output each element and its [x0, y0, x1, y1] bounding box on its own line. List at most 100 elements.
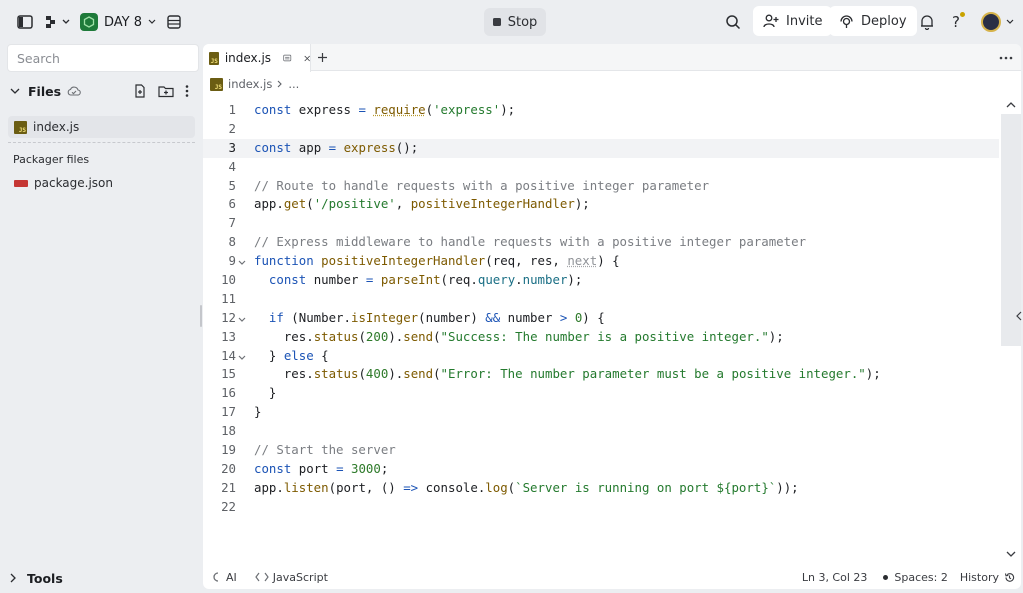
code-area[interactable]: 1 const express = require('express'); 2 3 co… — [203, 101, 999, 517]
avatar — [980, 12, 1001, 32]
files-label: Files — [28, 83, 62, 99]
cursor-position[interactable]: Ln 3, Col 23 — [802, 571, 868, 584]
code-text: res.status(400).send("Error: The number … — [254, 366, 881, 382]
bell-icon[interactable] — [918, 13, 936, 31]
ai-button[interactable]: AI — [226, 571, 237, 584]
new-folder-icon[interactable] — [158, 84, 174, 98]
code-line[interactable]: 12 if (Number.isInteger(number) && numbe… — [203, 309, 999, 328]
deploy-button[interactable]: Deploy — [829, 6, 917, 36]
line-number: 7 — [228, 215, 236, 231]
toggle-sidebar-icon[interactable] — [16, 13, 34, 31]
search-icon[interactable] — [724, 13, 742, 31]
code-line[interactable]: 18 — [203, 422, 999, 441]
line-number: 9 — [228, 253, 236, 269]
code-line[interactable]: 4 — [203, 158, 999, 177]
top-bar: DAY 8 Stop Invite Deploy ? — [0, 0, 1023, 44]
help-icon[interactable]: ? — [946, 12, 966, 32]
code-line[interactable]: 5 // Route to handle requests with a posi… — [203, 177, 999, 196]
file-item-package-json[interactable]: package.json — [8, 172, 195, 194]
project-name: DAY 8 — [104, 14, 143, 30]
stop-icon — [492, 18, 501, 26]
code-line[interactable]: 14 } else { — [203, 347, 999, 366]
code-text: const express = require('express'); — [254, 102, 516, 117]
code-line[interactable]: 2 — [203, 120, 999, 139]
line-number: 12 — [221, 309, 236, 325]
close-icon[interactable] — [304, 54, 310, 63]
file-item-index-js[interactable]: JS index.js — [8, 116, 195, 138]
code-line[interactable]: 17} — [203, 403, 999, 422]
search-input[interactable]: Search — [7, 44, 199, 72]
language-indicator[interactable]: JavaScript — [273, 571, 328, 584]
replit-menu-icon[interactable] — [45, 13, 71, 31]
collapse-panel-icon[interactable] — [1016, 311, 1022, 321]
tools-section[interactable]: Tools — [8, 568, 195, 588]
line-number: 1 — [228, 102, 236, 117]
breadcrumb: JS index.js ... — [210, 75, 299, 93]
chevron-down-icon — [1006, 19, 1013, 24]
nodejs-logo-icon — [80, 13, 98, 31]
tab-label: index.js — [224, 51, 272, 65]
stop-button[interactable]: Stop — [484, 8, 546, 36]
code-line[interactable]: 20 const port = 3000; — [203, 460, 999, 479]
code-text: // Express middleware to handle requests… — [254, 234, 807, 250]
line-number: 22 — [221, 498, 236, 514]
account-menu[interactable] — [980, 11, 1014, 33]
code-text: const app = express(); — [254, 139, 419, 155]
project-switcher[interactable]: DAY 8 — [80, 11, 156, 33]
notification-dot — [960, 12, 965, 17]
code-text: res.status(200).send("Success: The numbe… — [254, 328, 784, 344]
code-text: const number = parseInt(req.query.number… — [268, 272, 583, 288]
code-line[interactable]: 22 — [203, 498, 999, 517]
line-number: 17 — [221, 404, 236, 420]
line-number: 4 — [228, 158, 236, 174]
tab-index-js[interactable]: JS index.js — [203, 44, 311, 72]
more-horizontal-icon[interactable] — [999, 56, 1013, 60]
code-line[interactable]: 15 res.status(400).send("Error: The numb… — [203, 365, 999, 384]
line-number: 21 — [221, 479, 236, 495]
line-number: 5 — [228, 177, 236, 193]
code-line[interactable]: 10 const number = parseInt(req.query.num… — [203, 271, 999, 290]
breadcrumb-more[interactable]: ... — [288, 77, 299, 91]
database-icon[interactable] — [165, 13, 183, 31]
breadcrumb-file[interactable]: index.js — [228, 77, 272, 91]
code-text: function positiveIntegerHandler(req, res… — [254, 253, 620, 269]
add-tab-icon[interactable] — [317, 52, 328, 63]
sidebar-resize-handle[interactable] — [200, 305, 202, 327]
line-number: 3 — [228, 139, 236, 155]
line-number: 6 — [228, 196, 236, 212]
more-vertical-icon[interactable] — [185, 84, 189, 98]
code-line[interactable]: 6 app.get('/positive', positiveIntegerHan… — [203, 195, 999, 214]
code-line[interactable]: 7 — [203, 214, 999, 233]
line-number: 18 — [221, 423, 236, 439]
code-line[interactable]: 19 // Start the server — [203, 441, 999, 460]
code-text: } — [254, 385, 277, 401]
code-line[interactable]: 3 const app = express(); — [203, 138, 999, 158]
history-button[interactable]: History — [960, 571, 999, 584]
code-line[interactable]: 21 app.listen(port, () => console.log(`Se… — [203, 479, 999, 498]
stop-label: Stop — [507, 14, 538, 30]
code-line[interactable]: 1 const express = require('express'); — [203, 101, 999, 120]
code-text: // Start the server — [254, 442, 396, 458]
code-editor-pane: JS index.js JS index.js ... 1 const expre… — [203, 44, 1021, 589]
code-text: } — [254, 404, 262, 420]
bullet-icon — [883, 574, 889, 580]
files-header[interactable]: Files — [8, 81, 195, 101]
packager-files-label: Packager files — [13, 153, 90, 166]
line-number: 10 — [221, 272, 236, 288]
scroll-down-icon[interactable] — [1006, 551, 1016, 558]
code-line[interactable]: 13 res.status(200).send("Success: The nu… — [203, 328, 999, 347]
javascript-file-icon: JS — [210, 77, 223, 91]
status-bar: AI JavaScript Ln 3, Col 23 Spaces: 2 His… — [203, 567, 1021, 587]
code-line[interactable]: 11 — [203, 290, 999, 309]
new-file-icon[interactable] — [133, 84, 147, 98]
npm-icon — [14, 179, 28, 187]
indentation-setting[interactable]: Spaces: 2 — [894, 571, 947, 584]
code-line[interactable]: 9 function positiveIntegerHandler(req, re… — [203, 252, 999, 271]
code-line[interactable]: 16 } — [203, 384, 999, 403]
line-number: 20 — [221, 460, 236, 476]
split-view-icon[interactable] — [283, 53, 292, 63]
invite-button[interactable]: Invite — [753, 6, 833, 36]
deploy-icon — [840, 14, 853, 28]
scroll-up-icon[interactable] — [1006, 101, 1016, 108]
code-line[interactable]: 8 // Express middleware to handle request… — [203, 233, 999, 252]
